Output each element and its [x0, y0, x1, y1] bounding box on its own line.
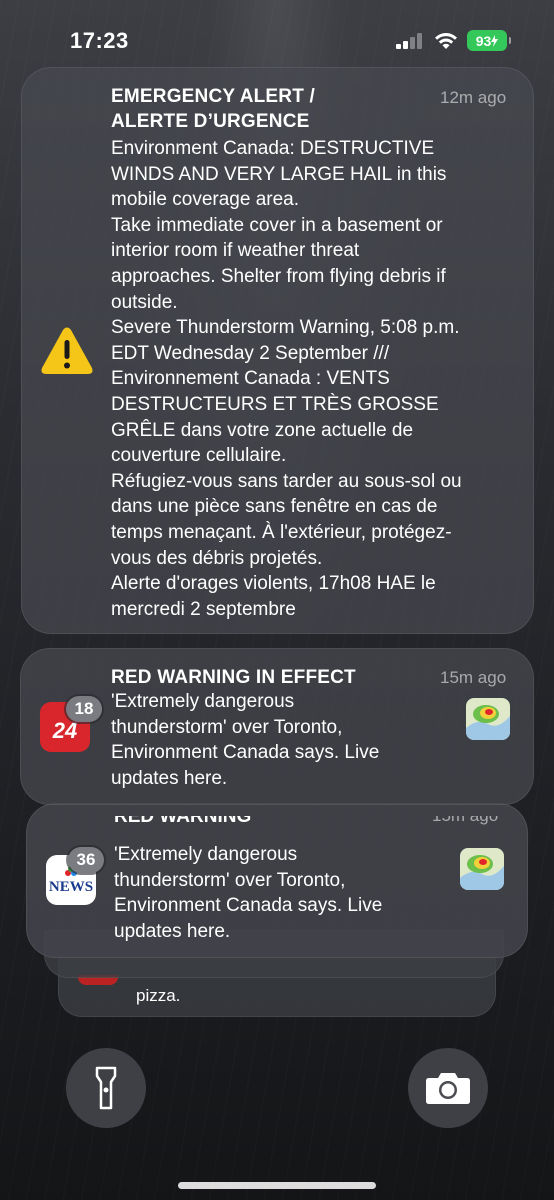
wifi-icon [435, 33, 457, 49]
ctv-logo-text: NEWS [48, 879, 94, 895]
warning-icon [41, 327, 93, 374]
cp24-notification-title: RED WARNING IN EFFECT [111, 667, 356, 688]
camera-button[interactable] [408, 1048, 488, 1128]
ctv-notification-count-badge: 36 [68, 847, 104, 873]
cp24-notification-body: 'Extremely dangerous thunderstorm' over … [111, 691, 380, 789]
emergency-alert-body: Environment Canada: DESTRUCTIVE WINDS AN… [111, 138, 462, 620]
stacked-notification-text: pizza. [136, 986, 181, 1005]
cp24-notification-count-badge: 18 [66, 696, 102, 722]
status-time: 17:23 [70, 28, 129, 53]
cellular-signal-icon [396, 33, 424, 49]
ctv-weather-map-thumbnail [460, 848, 504, 890]
emergency-alert-title: EMERGENCY ALERT / ALERTE D’URGENCE [111, 86, 315, 132]
home-indicator[interactable] [178, 1182, 376, 1189]
ctv-notification-body: 'Extremely dangerous thunderstorm' over … [114, 844, 383, 942]
flashlight-icon [95, 1066, 117, 1110]
cp24-notification-time: 15m ago [440, 668, 507, 687]
cp24-weather-map-thumbnail [466, 698, 510, 740]
ctv-notification-title-clipped: RED WARNING [114, 816, 252, 827]
emergency-alert-time: 12m ago [440, 88, 507, 107]
battery-level: 93 [475, 32, 492, 49]
battery-indicator: 93 [467, 30, 511, 51]
charging-bolt-icon [491, 34, 499, 47]
camera-icon [426, 1073, 470, 1104]
ctv-notification-time-clipped: 15m ago [432, 816, 512, 830]
flashlight-button[interactable] [66, 1048, 146, 1128]
